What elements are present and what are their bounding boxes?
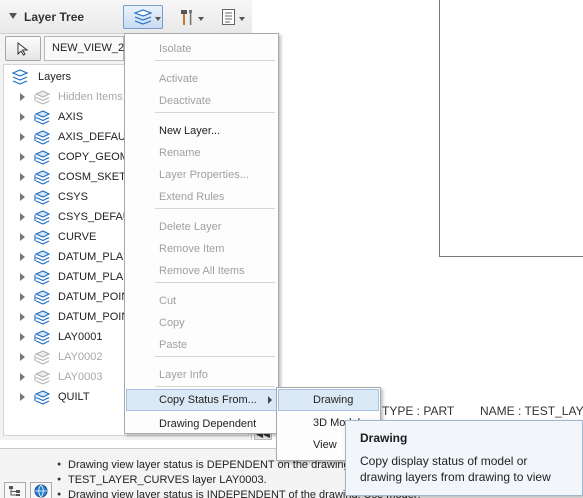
tree-row-label: Hidden Items bbox=[58, 91, 123, 103]
layer-icon bbox=[34, 170, 50, 185]
menu-item-remove-item[interactable]: Remove Item bbox=[126, 238, 277, 260]
menu-item-remove-all-items[interactable]: Remove All Items bbox=[126, 260, 277, 282]
tools-button[interactable] bbox=[167, 5, 207, 29]
layer-icon bbox=[34, 250, 50, 265]
tree-row-label: AXIS bbox=[58, 111, 84, 123]
layer-icon bbox=[34, 110, 50, 125]
expand-arrow-icon[interactable] bbox=[20, 173, 25, 181]
expand-arrow-icon[interactable] bbox=[20, 133, 25, 141]
browser-toggle-button[interactable] bbox=[30, 482, 52, 498]
expand-arrow-icon[interactable] bbox=[20, 113, 25, 121]
menu-item-rename[interactable]: Rename bbox=[126, 142, 277, 164]
expand-arrow-icon[interactable] bbox=[20, 293, 25, 301]
menu-separator bbox=[155, 112, 275, 113]
layer-icon bbox=[34, 150, 50, 165]
tree-root-label: Layers bbox=[38, 71, 72, 83]
submenu-arrow-icon bbox=[268, 396, 272, 404]
layer-icon bbox=[34, 270, 50, 285]
tree-row-label: CURVE bbox=[58, 231, 97, 243]
expand-arrow-icon[interactable] bbox=[20, 233, 25, 241]
chevron-down-icon bbox=[239, 17, 245, 21]
layer-icon bbox=[34, 130, 50, 145]
layer-icon bbox=[34, 390, 50, 405]
layer-context-menu: Isolate Activate Deactivate New Layer... Ren… bbox=[124, 33, 279, 434]
chevron-down-icon bbox=[155, 17, 161, 21]
expand-arrow-icon[interactable] bbox=[20, 153, 25, 161]
hidden-layer-icon bbox=[34, 370, 50, 385]
status-bar-icons bbox=[4, 482, 52, 498]
layer-icon bbox=[34, 210, 50, 225]
menu-item-layer-properties[interactable]: Layer Properties... bbox=[126, 164, 277, 186]
tree-row-label: QUILT bbox=[58, 391, 90, 403]
expand-arrow-icon[interactable] bbox=[20, 273, 25, 281]
expand-arrow-icon[interactable] bbox=[20, 93, 25, 101]
menu-separator bbox=[155, 356, 275, 357]
tooltip: Drawing Copy display status of model or … bbox=[345, 420, 583, 496]
expand-arrow-icon[interactable] bbox=[20, 313, 25, 321]
tree-row-label: LAY0001 bbox=[58, 331, 103, 343]
menu-item-cut[interactable]: Cut bbox=[126, 290, 277, 312]
active-view-field[interactable]: NEW_VIEW_2 bbox=[44, 36, 124, 61]
tree-row-label: CSYS bbox=[58, 191, 88, 203]
menu-item-copy-status-from[interactable]: Copy Status From... bbox=[126, 389, 277, 411]
settings-button[interactable] bbox=[210, 5, 248, 29]
hidden-layer-icon bbox=[34, 350, 50, 365]
message-line: TEST_LAYER_CURVES layer LAY0003. bbox=[57, 474, 267, 486]
expand-arrow-icon[interactable] bbox=[20, 333, 25, 341]
layer-icon bbox=[34, 310, 50, 325]
pointer-arrow-icon bbox=[17, 41, 29, 56]
layers-display-button[interactable] bbox=[123, 5, 163, 29]
expand-arrow-icon[interactable] bbox=[20, 253, 25, 261]
model-name-label: NAME : TEST_LAYER bbox=[480, 404, 583, 418]
expand-arrow-icon[interactable] bbox=[20, 393, 25, 401]
collapse-arrow-icon[interactable] bbox=[9, 13, 17, 19]
tooltip-body: Copy display status of model or drawing … bbox=[360, 454, 551, 484]
hidden-layer-icon bbox=[34, 90, 50, 105]
expand-arrow-icon[interactable] bbox=[20, 213, 25, 221]
menu-item-extend-rules[interactable]: Extend Rules bbox=[126, 186, 277, 208]
drawing-view-frame[interactable] bbox=[439, 0, 583, 257]
list-settings-icon bbox=[222, 9, 235, 25]
layer-icon bbox=[34, 330, 50, 345]
layer-icon bbox=[34, 290, 50, 305]
tree-view-toggle-button[interactable] bbox=[4, 482, 26, 498]
menu-item-delete-layer[interactable]: Delete Layer bbox=[126, 216, 277, 238]
tree-row-label: LAY0002 bbox=[58, 351, 103, 363]
layer-tree-header: Layer Tree bbox=[0, 0, 252, 34]
menu-item-new-layer[interactable]: New Layer... bbox=[126, 120, 277, 142]
layer-icon bbox=[34, 230, 50, 245]
layers-stack-icon bbox=[12, 69, 28, 85]
menu-separator bbox=[155, 282, 275, 283]
tooltip-title: Drawing bbox=[360, 431, 408, 445]
menu-item-deactivate[interactable]: Deactivate bbox=[126, 90, 277, 112]
select-button[interactable] bbox=[5, 36, 41, 61]
menu-item-drawing-dependent[interactable]: Drawing Dependent bbox=[126, 413, 277, 435]
tree-structure-icon bbox=[9, 486, 20, 496]
expand-arrow-icon[interactable] bbox=[20, 193, 25, 201]
chevron-down-icon bbox=[198, 17, 204, 21]
menu-item-isolate[interactable]: Isolate bbox=[126, 38, 277, 60]
menu-item-copy[interactable]: Copy bbox=[126, 312, 277, 334]
expand-arrow-icon[interactable] bbox=[20, 353, 25, 361]
layers-stack-icon bbox=[134, 9, 152, 25]
layer-icon bbox=[34, 190, 50, 205]
menu-separator bbox=[155, 60, 275, 61]
hammer-wrench-icon bbox=[181, 10, 192, 25]
menu-item-layer-info[interactable]: Layer Info bbox=[126, 364, 277, 386]
menu-item-activate[interactable]: Activate bbox=[126, 68, 277, 90]
menu-item-paste[interactable]: Paste bbox=[126, 334, 277, 356]
tree-row-label: COPY_GEOM bbox=[58, 151, 129, 163]
model-type-label: TYPE : PART bbox=[382, 404, 455, 418]
submenu-item-drawing[interactable]: Drawing bbox=[278, 389, 379, 411]
menu-separator bbox=[155, 386, 275, 387]
menu-separator bbox=[155, 208, 275, 209]
tree-row-label: LAY0003 bbox=[58, 371, 103, 383]
globe-icon bbox=[34, 484, 48, 498]
panel-title: Layer Tree bbox=[24, 10, 85, 24]
expand-arrow-icon[interactable] bbox=[20, 373, 25, 381]
